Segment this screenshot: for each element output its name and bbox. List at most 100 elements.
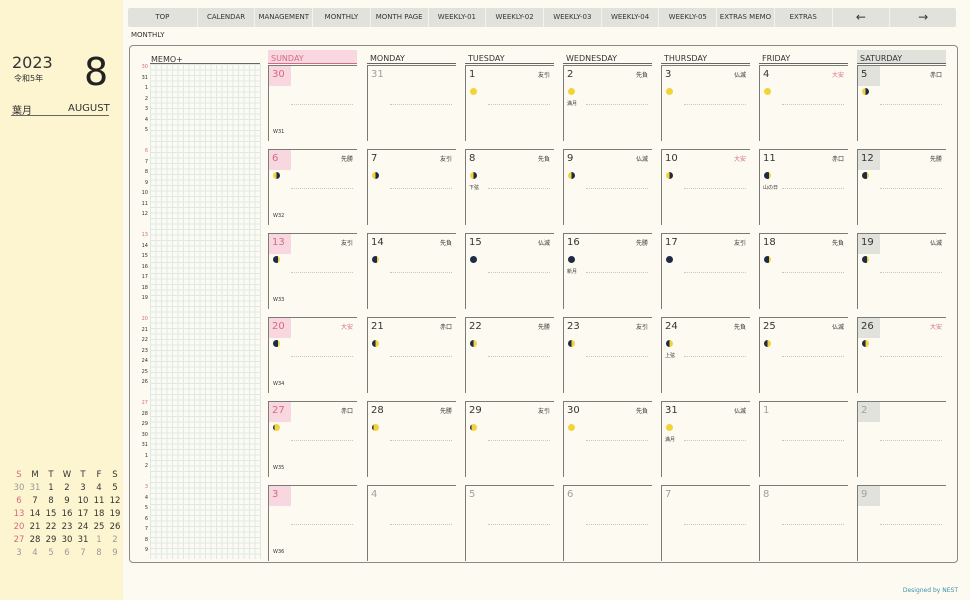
day-cell[interactable]: 14 先負: [367, 233, 456, 309]
day-cell[interactable]: 3 W36: [268, 485, 357, 561]
mini-calendar-day[interactable]: 7: [75, 547, 91, 560]
day-cell[interactable]: 17 友引: [661, 233, 750, 309]
mini-calendar-day[interactable]: 4: [91, 482, 107, 495]
tab-extras[interactable]: EXTRAS: [775, 8, 833, 27]
mini-calendar-day[interactable]: 17: [75, 508, 91, 521]
prev-arrow-button[interactable]: ←: [833, 8, 891, 27]
tab-extras-memo[interactable]: EXTRAS MEMO: [717, 8, 775, 27]
mini-calendar-day[interactable]: 20: [11, 521, 27, 534]
day-cell[interactable]: 6 先勝 W32: [268, 149, 357, 225]
day-cell[interactable]: 30 先負: [563, 401, 652, 477]
mini-calendar-day[interactable]: 18: [91, 508, 107, 521]
day-cell[interactable]: 5 赤口: [857, 65, 946, 141]
day-cell[interactable]: 8 先負 下弦: [465, 149, 554, 225]
day-cell[interactable]: 13 友引 W33: [268, 233, 357, 309]
mini-calendar-day[interactable]: 26: [107, 521, 123, 534]
day-cell[interactable]: 5: [465, 485, 554, 561]
mini-calendar-day[interactable]: 23: [59, 521, 75, 534]
mini-calendar-day[interactable]: 7: [27, 495, 43, 508]
mini-calendar-day[interactable]: 1: [91, 534, 107, 547]
tab-top[interactable]: TOP: [128, 8, 198, 27]
day-cell[interactable]: 31 仏滅 満月: [661, 401, 750, 477]
day-cell[interactable]: 8: [759, 485, 848, 561]
day-cell[interactable]: 24 先負 上弦: [661, 317, 750, 393]
mini-calendar-day[interactable]: 4: [27, 547, 43, 560]
mini-calendar-day[interactable]: 14: [27, 508, 43, 521]
tab-weekly-04[interactable]: WEEKLY-04: [602, 8, 660, 27]
next-arrow-button[interactable]: →: [890, 8, 956, 27]
day-cell[interactable]: 31: [367, 65, 456, 141]
day-cell[interactable]: 7: [661, 485, 750, 561]
mini-calendar-day[interactable]: 9: [107, 547, 123, 560]
day-cell[interactable]: 22 先勝: [465, 317, 554, 393]
day-cell[interactable]: 23 友引: [563, 317, 652, 393]
mini-calendar-day[interactable]: 31: [75, 534, 91, 547]
mini-calendar-day[interactable]: 30: [59, 534, 75, 547]
mini-calendar-day[interactable]: 6: [59, 547, 75, 560]
day-cell[interactable]: 7 友引: [367, 149, 456, 225]
mini-calendar-day[interactable]: 15: [43, 508, 59, 521]
tab-management[interactable]: MANAGEMENT: [255, 8, 314, 27]
mini-calendar-day[interactable]: 30: [11, 482, 27, 495]
mini-calendar-day[interactable]: 9: [59, 495, 75, 508]
day-cell[interactable]: 11 赤口 山の日: [759, 149, 848, 225]
mini-calendar-day[interactable]: 8: [91, 547, 107, 560]
tab-weekly-05[interactable]: WEEKLY-05: [659, 8, 718, 27]
memo-grid-area[interactable]: [150, 64, 261, 559]
mini-calendar-day[interactable]: 31: [27, 482, 43, 495]
day-cell[interactable]: 18 先負: [759, 233, 848, 309]
mini-calendar-day[interactable]: 29: [43, 534, 59, 547]
day-cell[interactable]: 21 赤口: [367, 317, 456, 393]
day-cell[interactable]: 15 仏滅: [465, 233, 554, 309]
mini-calendar-day[interactable]: 6: [11, 495, 27, 508]
day-cell[interactable]: 29 友引: [465, 401, 554, 477]
mini-calendar-day[interactable]: 1: [43, 482, 59, 495]
day-cell[interactable]: 9: [857, 485, 946, 561]
day-cell[interactable]: 9 仏滅: [563, 149, 652, 225]
day-cell[interactable]: 16 先勝 新月: [563, 233, 652, 309]
day-cell[interactable]: 30 W31: [268, 65, 357, 141]
week-number-label: W35: [273, 465, 285, 471]
mini-calendar-day[interactable]: 11: [91, 495, 107, 508]
mini-calendar-day[interactable]: 24: [75, 521, 91, 534]
mini-calendar-day[interactable]: 2: [107, 534, 123, 547]
day-cell[interactable]: 3 仏滅: [661, 65, 750, 141]
mini-calendar-day[interactable]: 27: [11, 534, 27, 547]
mini-calendar-day[interactable]: 16: [59, 508, 75, 521]
day-cell[interactable]: 10 大安: [661, 149, 750, 225]
day-cell[interactable]: 25 仏滅: [759, 317, 848, 393]
day-cell[interactable]: 12 先勝: [857, 149, 946, 225]
mini-calendar-day[interactable]: 2: [59, 482, 75, 495]
mini-calendar-day[interactable]: 3: [75, 482, 91, 495]
day-cell[interactable]: 6: [563, 485, 652, 561]
day-cell[interactable]: 20 大安 W34: [268, 317, 357, 393]
day-cell[interactable]: 4: [367, 485, 456, 561]
mini-calendar-day[interactable]: 22: [43, 521, 59, 534]
mini-calendar-day[interactable]: 3: [11, 547, 27, 560]
day-cell[interactable]: 26 大安: [857, 317, 946, 393]
mini-calendar-day[interactable]: 19: [107, 508, 123, 521]
day-cell[interactable]: 28 先勝: [367, 401, 456, 477]
tab-month-page[interactable]: MONTH PAGE: [371, 8, 429, 27]
mini-calendar-day[interactable]: 5: [43, 547, 59, 560]
day-cell[interactable]: 2 先負 満月: [563, 65, 652, 141]
tab-weekly-03[interactable]: WEEKLY-03: [544, 8, 602, 27]
mini-calendar-day[interactable]: 8: [43, 495, 59, 508]
day-cell[interactable]: 19 仏滅: [857, 233, 946, 309]
mini-calendar-day[interactable]: 12: [107, 495, 123, 508]
tab-calendar[interactable]: CALENDAR: [198, 8, 256, 27]
day-cell[interactable]: 2: [857, 401, 946, 477]
day-cell[interactable]: 1: [759, 401, 848, 477]
tab-weekly-01[interactable]: WEEKLY-01: [429, 8, 487, 27]
mini-calendar-day[interactable]: 10: [75, 495, 91, 508]
tab-monthly[interactable]: MONTHLY: [313, 8, 371, 27]
mini-calendar-day[interactable]: 13: [11, 508, 27, 521]
day-cell[interactable]: 27 赤口 W35: [268, 401, 357, 477]
tab-weekly-02[interactable]: WEEKLY-02: [486, 8, 544, 27]
day-cell[interactable]: 1 友引: [465, 65, 554, 141]
mini-calendar-day[interactable]: 5: [107, 482, 123, 495]
mini-calendar-day[interactable]: 28: [27, 534, 43, 547]
day-cell[interactable]: 4 大安: [759, 65, 848, 141]
mini-calendar-day[interactable]: 25: [91, 521, 107, 534]
mini-calendar-day[interactable]: 21: [27, 521, 43, 534]
